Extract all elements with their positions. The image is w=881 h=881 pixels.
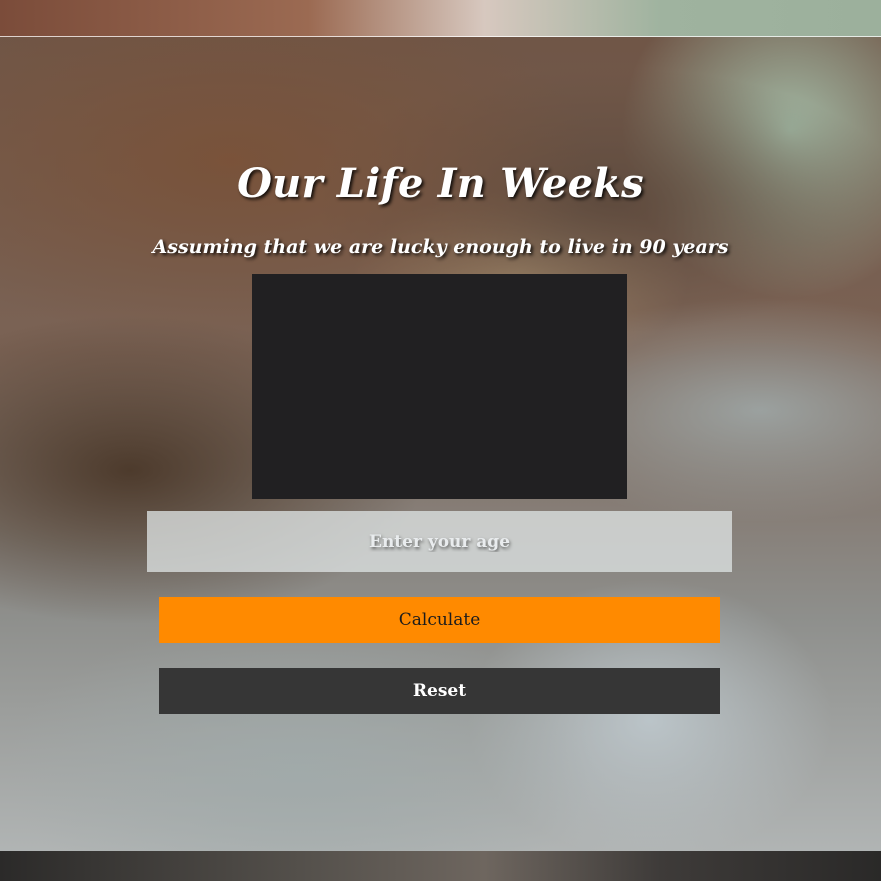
- reset-button[interactable]: Reset: [159, 668, 720, 714]
- weeks-canvas: [252, 274, 627, 499]
- age-input[interactable]: [147, 511, 732, 572]
- page-title: Our Life In Weeks: [237, 160, 644, 207]
- calculate-button[interactable]: Calculate: [159, 597, 720, 643]
- page-subtitle: Assuming that we are lucky enough to liv…: [152, 236, 729, 258]
- page-content: Our Life In Weeks Assuming that we are l…: [0, 0, 881, 881]
